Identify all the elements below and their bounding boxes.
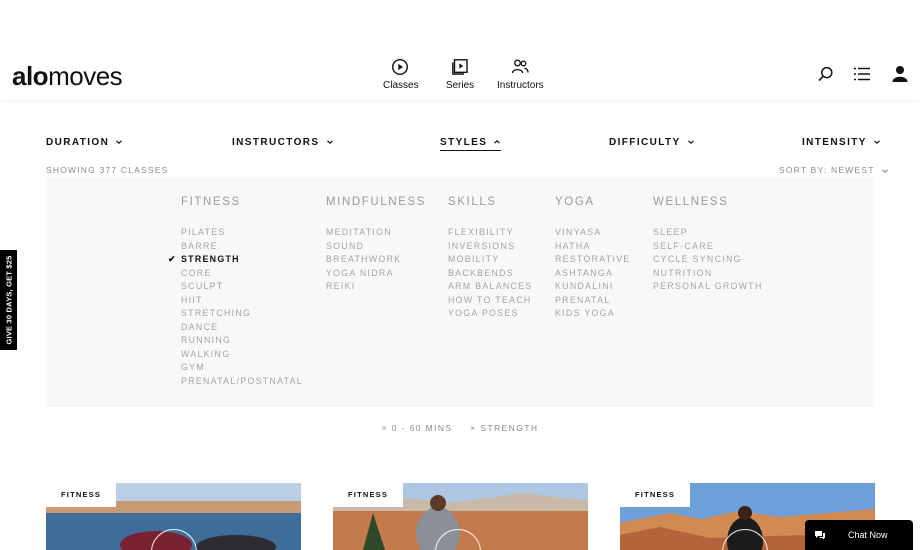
style-option[interactable]: CYCLE SYNCING [653,253,763,267]
chat-now-button[interactable]: Chat Now [805,520,913,550]
style-option[interactable]: NUTRITION [653,267,763,281]
style-option[interactable]: PERSONAL GROWTH [653,280,763,294]
sort-dropdown[interactable]: SORT BY: NEWEST [779,165,889,175]
style-option[interactable]: ASHTANGA [555,267,631,281]
nav-series[interactable]: Series [444,58,476,91]
active-filter-strength-chip[interactable]: × STRENGTH [470,423,538,433]
style-option[interactable]: CORE [181,267,303,281]
style-option[interactable]: DANCE [181,321,303,335]
column-heading: FITNESS [181,196,241,208]
filter-difficulty-label: DIFFICULTY [609,137,681,148]
style-option[interactable]: VINYASA [555,226,631,240]
style-option[interactable]: ARM BALANCES [448,280,533,294]
people-icon [511,59,529,74]
chevron-down-icon [116,140,123,145]
play-circle-icon [391,58,409,76]
filter-styles[interactable]: STYLES [440,137,502,151]
style-option[interactable]: RUNNING [181,334,303,348]
referral-promo-tab[interactable]: GIVE 30 DAYS, GET $25 [0,250,17,350]
alo-moves-logo[interactable]: alomoves [12,61,123,91]
style-option[interactable]: MEDITATION [326,226,426,240]
style-option[interactable]: SCULPT [181,280,303,294]
style-option[interactable]: GYM [181,361,303,375]
style-option[interactable]: REIKI [326,280,426,294]
category-badge: FITNESS [620,483,691,507]
styles-column-mindfulness: MINDFULNESS MEDITATION SOUND BREATHWORK … [326,196,426,294]
style-option[interactable]: SOUND [326,240,426,254]
chevron-down-icon [873,140,880,145]
style-option[interactable]: PILATES [181,226,303,240]
style-option[interactable]: RESTORATIVE [555,253,631,267]
chevron-down-icon [687,140,694,145]
class-card[interactable]: FITNESS [46,483,301,550]
styles-column-wellness: WELLNESS SLEEP SELF-CARE CYCLE SYNCING N… [653,196,763,294]
style-option[interactable]: KIDS YOGA [555,307,631,321]
style-option[interactable]: HATHA [555,240,631,254]
style-option-label: STRENGTH [181,254,240,264]
filter-difficulty[interactable]: DIFFICULTY [609,137,695,148]
nav-instructors-label: Instructors [497,80,544,91]
column-heading: YOGA [555,196,595,208]
style-option-selected[interactable]: ✔ STRENGTH [168,253,303,267]
nav-series-label: Series [445,80,475,91]
logo-bold-text: alo [12,61,49,91]
search-icon[interactable] [817,65,835,83]
chevron-down-icon [326,140,333,145]
filter-instructors-label: INSTRUCTORS [232,137,320,148]
active-filter-chips: × 0 - 60 MINS × STRENGTH [0,423,920,433]
filter-duration-label: DURATION [46,137,110,148]
logo-light-text: moves [48,61,123,91]
style-option[interactable]: PRENATAL/POSTNATAL [181,375,303,389]
style-option[interactable]: YOGA POSES [448,307,533,321]
style-option[interactable]: HIIT [181,294,303,308]
style-option[interactable]: HOW TO TEACH [448,294,533,308]
chat-now-label: Chat Now [848,530,888,540]
menu-icon[interactable] [853,65,871,83]
sort-label: SORT BY: NEWEST [779,165,875,175]
style-option[interactable]: INVERSIONS [448,240,533,254]
category-badge: FITNESS [333,483,404,507]
panel-divider [46,405,874,406]
style-option[interactable]: STRETCHING [181,307,303,321]
style-option[interactable]: KUNDALINI [555,280,631,294]
style-option[interactable]: FLEXIBILITY [448,226,533,240]
styles-column-skills: SKILLS FLEXIBILITY INVERSIONS MOBILITY B… [448,196,533,321]
promo-label: GIVE 30 DAYS, GET $25 [4,255,13,345]
chevron-up-icon [494,140,501,144]
column-heading: SKILLS [448,196,497,208]
chevron-down-icon [882,169,888,173]
class-card[interactable]: FITNESS [333,483,588,550]
style-option[interactable]: MOBILITY [448,253,533,267]
style-option[interactable]: YOGA NIDRA [326,267,426,281]
nav-classes-label: Classes [383,80,419,91]
column-heading: WELLNESS [653,196,729,208]
results-count: SHOWING 377 CLASSES [46,165,169,175]
filter-intensity[interactable]: INTENSITY [802,137,881,148]
category-badge: FITNESS [46,483,117,507]
nav-classes[interactable]: Classes [383,58,419,91]
column-heading: MINDFULNESS [326,196,427,208]
styles-column-yoga: YOGA VINYASA HATHA RESTORATIVE ASHTANGA … [555,196,631,321]
account-icon[interactable] [891,65,909,83]
checkmark-icon: ✔ [168,254,177,264]
style-option[interactable]: WALKING [181,348,303,362]
filter-intensity-label: INTENSITY [802,137,867,148]
style-option[interactable]: SELF-CARE [653,240,763,254]
style-option[interactable]: BREATHWORK [326,253,426,267]
top-navigation-bar: alomoves Classes Series Instructors [0,0,920,100]
filter-styles-label: STYLES [440,137,488,148]
active-filter-duration-chip[interactable]: × 0 - 60 MINS [382,423,453,433]
style-option[interactable]: BACKBENDS [448,267,533,281]
filter-instructors[interactable]: INSTRUCTORS [232,137,334,148]
chat-bubbles-icon [815,531,825,540]
filter-duration[interactable]: DURATION [46,137,123,148]
style-option[interactable]: BARRE [181,240,303,254]
style-option[interactable]: SLEEP [653,226,763,240]
play-stack-icon [452,59,468,75]
style-option[interactable]: PRENATAL [555,294,631,308]
styles-column-fitness: FITNESS PILATES BARRE ✔ STRENGTH CORE SCU… [168,196,303,389]
nav-instructors[interactable]: Instructors [497,58,544,91]
